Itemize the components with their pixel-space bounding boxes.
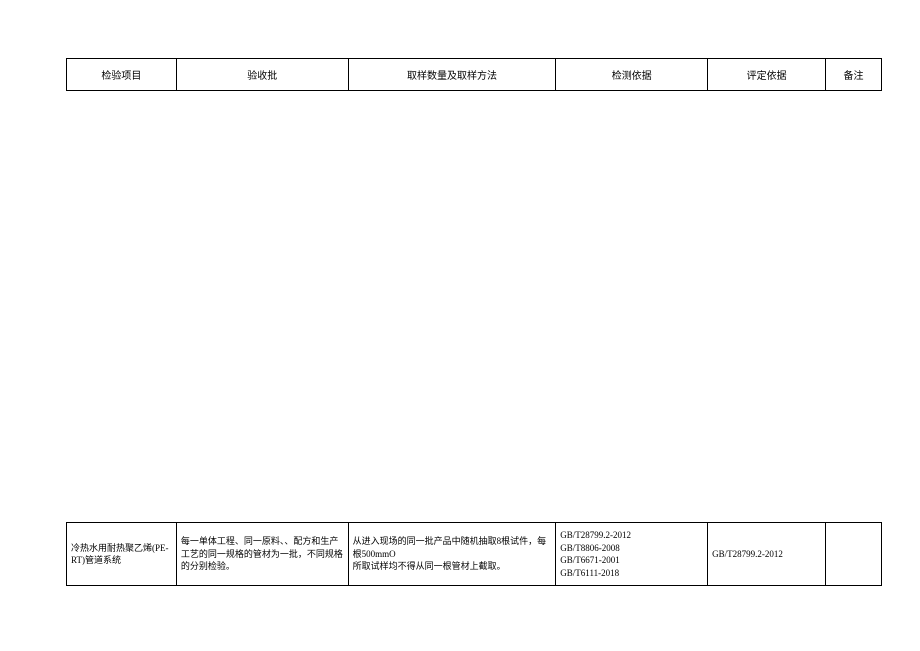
cell-remarks (826, 523, 882, 586)
cell-acceptance-batch: 每一单体工程、同一原料、、配方和生产工艺的同一规格的管材为一批，不同规格的分别检… (176, 523, 348, 586)
header-remarks: 备注 (826, 59, 882, 91)
cell-test-basis: GB/T28799.2-2012GB/T8806-2008GB/T6671-20… (556, 523, 708, 586)
header-test-basis: 检测依据 (556, 59, 708, 91)
cell-evaluation-basis: GB/T28799.2-2012 (708, 523, 826, 586)
header-sampling: 取样数量及取样方法 (348, 59, 556, 91)
data-table: 冷热水用耐热聚乙烯(PE-RT)管道系统 每一单体工程、同一原料、、配方和生产工… (66, 522, 882, 586)
cell-sampling: 从进入现场的同一批产品中随机抽取8根试件，每根500mmO所取试样均不得从同一根… (348, 523, 556, 586)
header-inspection-item: 检验项目 (67, 59, 177, 91)
header-evaluation-basis: 评定依据 (708, 59, 826, 91)
cell-inspection-item: 冷热水用耐热聚乙烯(PE-RT)管道系统 (67, 523, 177, 586)
header-acceptance-batch: 验收批 (176, 59, 348, 91)
header-table: 检验项目 验收批 取样数量及取样方法 检测依据 评定依据 备注 (66, 58, 882, 91)
table-row: 冷热水用耐热聚乙烯(PE-RT)管道系统 每一单体工程、同一原料、、配方和生产工… (67, 523, 882, 586)
header-row: 检验项目 验收批 取样数量及取样方法 检测依据 评定依据 备注 (67, 59, 882, 91)
